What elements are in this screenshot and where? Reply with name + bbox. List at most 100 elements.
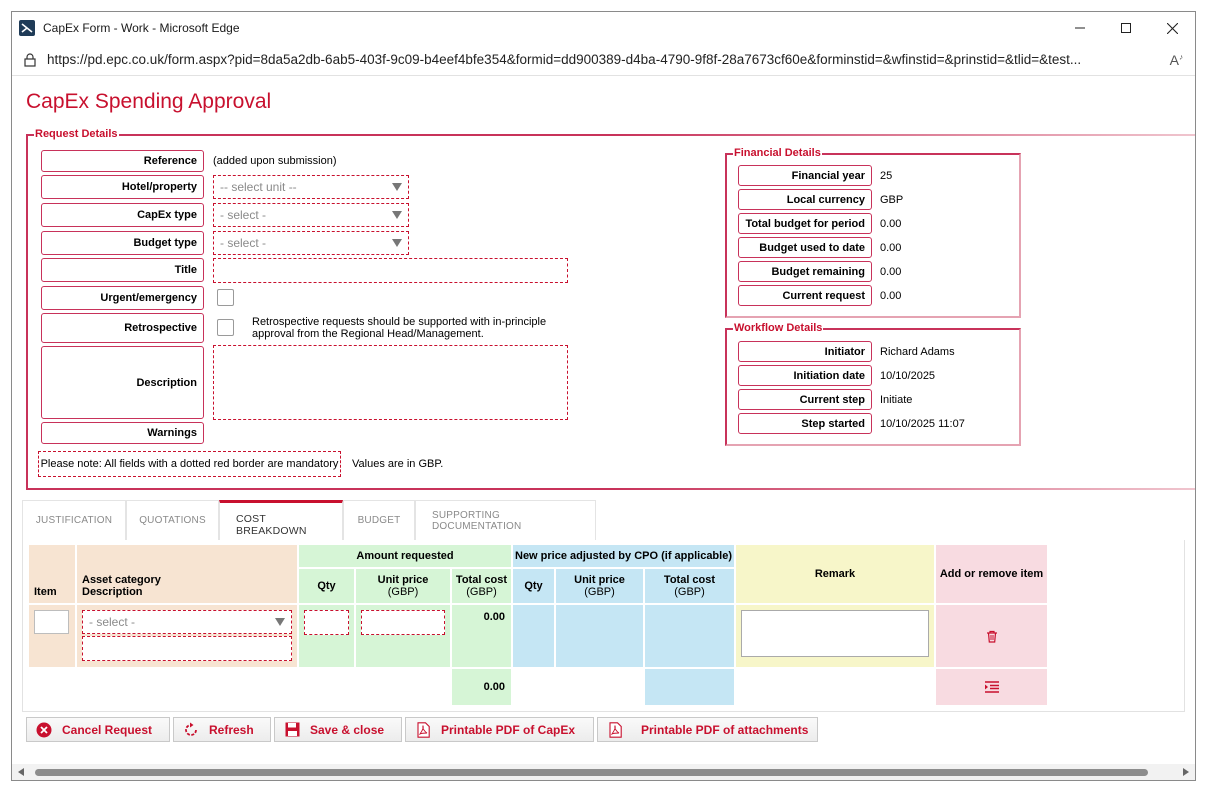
edge-app-icon [19,20,35,36]
qty-header: Qty [299,569,354,603]
page-title: CapEx Spending Approval [26,90,272,113]
horizontal-scrollbar[interactable] [12,764,1195,780]
tab-budget[interactable]: BUDGET [343,500,415,540]
maximize-button[interactable] [1103,12,1149,44]
urgent-emergency-label: Urgent/emergency [41,286,204,310]
asset-category-select[interactable]: - select - [82,610,292,634]
add-row-icon[interactable] [984,681,999,693]
remove-item-cell [936,605,1047,667]
retrospective-label: Retrospective [41,313,204,343]
financial-row-value: 0.00 [880,289,902,302]
item-description-input[interactable] [82,636,292,661]
mandatory-fields-note: Please note: All fields with a dotted re… [38,451,341,477]
financial-details-legend: Financial Details [733,147,822,160]
tab-justification[interactable]: JUSTIFICATION [22,500,126,540]
unit-price-header-label: Unit price [377,574,429,586]
cpo-qty-header: Qty [513,569,554,603]
asset-category-select-value: - select - [89,615,136,629]
window-controls [1057,12,1195,44]
remark-textarea[interactable] [741,610,929,657]
dropdown-arrow-icon [392,239,402,247]
cost-breakdown-panel: Item Asset category Description Amount r… [22,540,1185,712]
financial-row-label: Total budget for period [738,213,872,234]
close-window-button[interactable] [1149,12,1195,44]
workflow-row-label: Initiator [738,341,872,362]
pdf-icon [415,721,431,738]
financial-row-label: Current request [738,285,872,306]
remark-header: Remark [736,545,934,603]
refresh-button[interactable]: Refresh [173,717,271,742]
cpo-total-cost-header-label: Total cost [663,574,716,586]
urgent-emergency-checkbox[interactable] [217,289,234,306]
total-cost-header: Total cost (GBP) [452,569,511,603]
tab-supporting-documentation[interactable]: SUPPORTING DOCUMENTATION [415,500,596,540]
close-icon [1166,22,1178,34]
floppy-disk-icon [284,722,300,738]
hotel-property-label: Hotel/property [41,175,204,199]
unit-price-input[interactable] [361,610,445,635]
financial-row-value: 0.00 [880,265,902,278]
retrospective-note-line-1: Retrospective requests should be support… [252,316,547,328]
trash-icon[interactable] [986,630,998,643]
item-number-input[interactable] [34,610,69,634]
scroll-left-icon[interactable] [18,768,24,776]
capex-type-select[interactable]: - select - [213,203,409,227]
scrollbar-thumb[interactable] [35,769,1148,776]
tab-quotations[interactable]: QUOTATIONS [126,500,219,540]
budget-type-select-value: - select - [220,236,267,250]
qty-input[interactable] [304,610,349,635]
printable-pdf-capex-label: Printable PDF of CapEx [441,722,576,737]
total-cost-currency-label: (GBP) [466,586,497,598]
financial-row-label: Local currency [738,189,872,210]
asset-category-header-label: Asset category [82,574,161,586]
grand-total-cost: 0.00 [452,669,511,705]
printable-pdf-attachments-label: Printable PDF of attachments [641,722,809,737]
dropdown-arrow-icon [392,211,402,219]
printable-pdf-capex-button[interactable]: Printable PDF of CapEx [405,717,594,742]
budget-type-select[interactable]: - select - [213,231,409,255]
hotel-property-select[interactable]: -- select unit -- [213,175,409,199]
cpo-adjusted-header: New price adjusted by CPO (if applicable… [513,545,734,567]
retrospective-checkbox[interactable] [217,319,234,336]
asset-category-cell: - select - [77,605,297,667]
cpo-unit-price-header-label: Unit price [574,574,625,586]
refresh-label: Refresh [209,722,254,737]
cpo-unit-price-cell [556,605,643,667]
workflow-row-label: Current step [738,389,872,410]
cpo-total-cost-cell [645,605,734,667]
title-input[interactable] [213,258,568,283]
address-bar: https://pd.epc.co.uk/form.aspx?pid=8da5a… [12,44,1195,76]
save-close-button[interactable]: Save & close [274,717,402,742]
maximize-icon [1121,23,1131,33]
total-cost-header-label: Total cost [455,574,508,586]
cancel-request-button[interactable]: Cancel Request [26,717,170,742]
browser-window: CapEx Form - Work - Microsoft Edge https… [11,11,1196,781]
workflow-row-value: Richard Adams [880,345,955,358]
tab-cost-breakdown[interactable]: COST BREAKDOWN [219,500,343,540]
printable-pdf-attachments-button[interactable]: Printable PDF of attachments [597,717,818,742]
request-details-legend: Request Details [34,128,119,141]
workflow-row-label: Step started [738,413,872,434]
minimize-button[interactable] [1057,12,1103,44]
cpo-total-cost-header: Total cost (GBP) [645,569,734,603]
financial-row-label: Financial year [738,165,872,186]
scroll-right-icon[interactable] [1183,768,1189,776]
capex-type-label: CapEx type [41,203,204,227]
minimize-icon [1075,27,1085,29]
cancel-request-label: Cancel Request [62,722,153,737]
dropdown-arrow-icon [275,618,285,626]
add-remove-item-header: Add or remove item [936,545,1047,603]
workflow-row-value: 10/10/2025 11:07 [880,417,965,430]
financial-row-value: 0.00 [880,241,902,254]
save-close-label: Save & close [310,722,385,737]
asset-category-header: Asset category Description [77,545,297,603]
url-field[interactable]: https://pd.epc.co.uk/form.aspx?pid=8da5a… [47,52,1157,67]
dropdown-arrow-icon [392,183,402,191]
description-textarea[interactable] [213,345,568,420]
read-aloud-icon[interactable]: A♪ [1170,52,1183,68]
unit-price-header: Unit price (GBP) [356,569,450,603]
financial-row-value: 0.00 [880,217,902,230]
retrospective-note: Retrospective requests should be support… [252,316,572,340]
item-cell [29,605,75,667]
hotel-property-select-value: -- select unit -- [220,180,297,194]
